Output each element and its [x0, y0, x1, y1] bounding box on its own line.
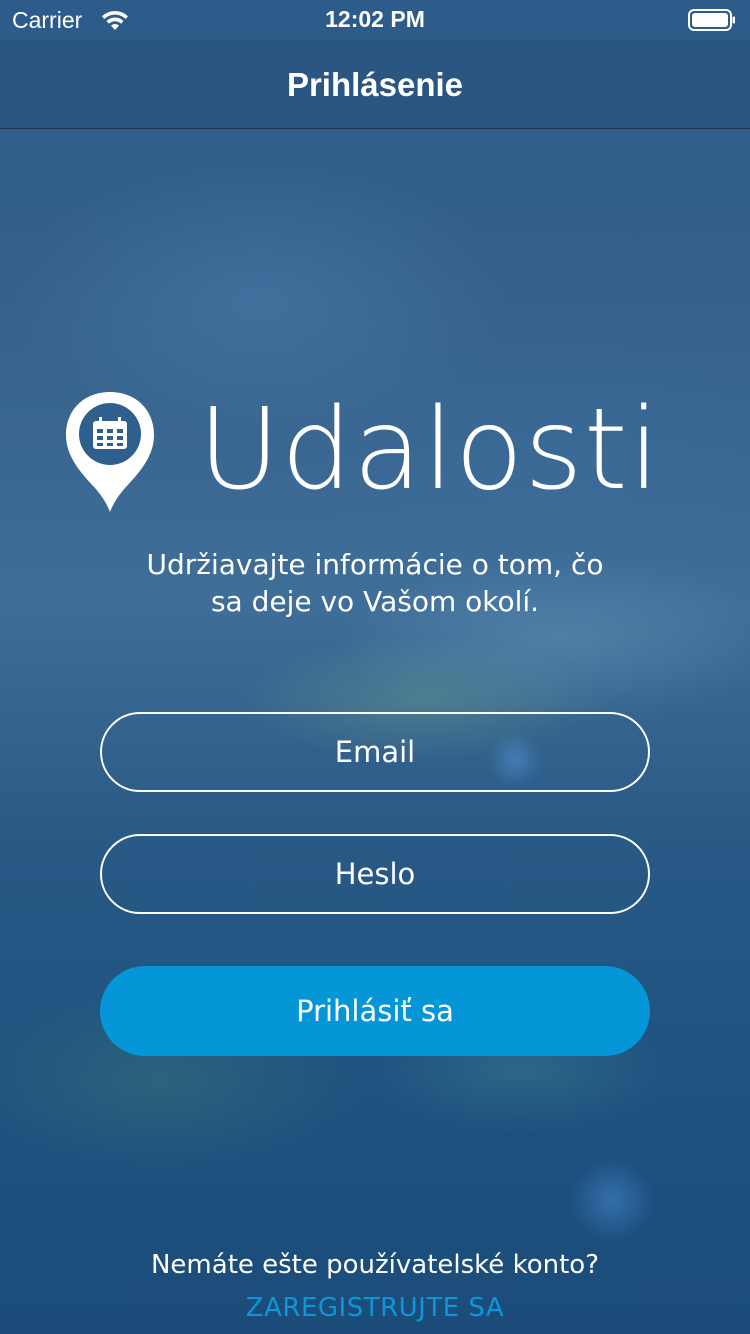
map-pin-calendar-icon — [66, 392, 154, 512]
clock: 12:02 PM — [325, 6, 425, 32]
password-input[interactable] — [102, 836, 648, 912]
login-button[interactable]: Prihlásiť sa — [100, 966, 650, 1056]
battery-icon — [688, 9, 735, 31]
no-account-text: Nemáte ešte používatelské konto? — [150, 1250, 599, 1280]
navigation-bar: Prihlásenie — [0, 40, 750, 129]
register-link[interactable]: ZAREGISTRUJTE SA — [0, 1293, 750, 1323]
tagline-line-1: Udržiavajte informácie o tom, čo — [146, 548, 604, 581]
page-title: Prihlásenie — [286, 66, 464, 103]
app-name: Udalosti — [198, 385, 661, 515]
tagline-line-2: sa deje vo Vašom okolí. — [210, 585, 540, 618]
status-bar: Carrier 12:02 PM — [0, 0, 750, 40]
tagline: Udržiavajte informácie o tom, čo sa deje… — [0, 546, 750, 620]
app-logo: Udalosti — [62, 385, 702, 520]
password-field[interactable] — [100, 834, 650, 914]
background-image — [0, 0, 750, 1334]
email-input[interactable] — [102, 714, 648, 790]
email-field[interactable] — [100, 712, 650, 792]
